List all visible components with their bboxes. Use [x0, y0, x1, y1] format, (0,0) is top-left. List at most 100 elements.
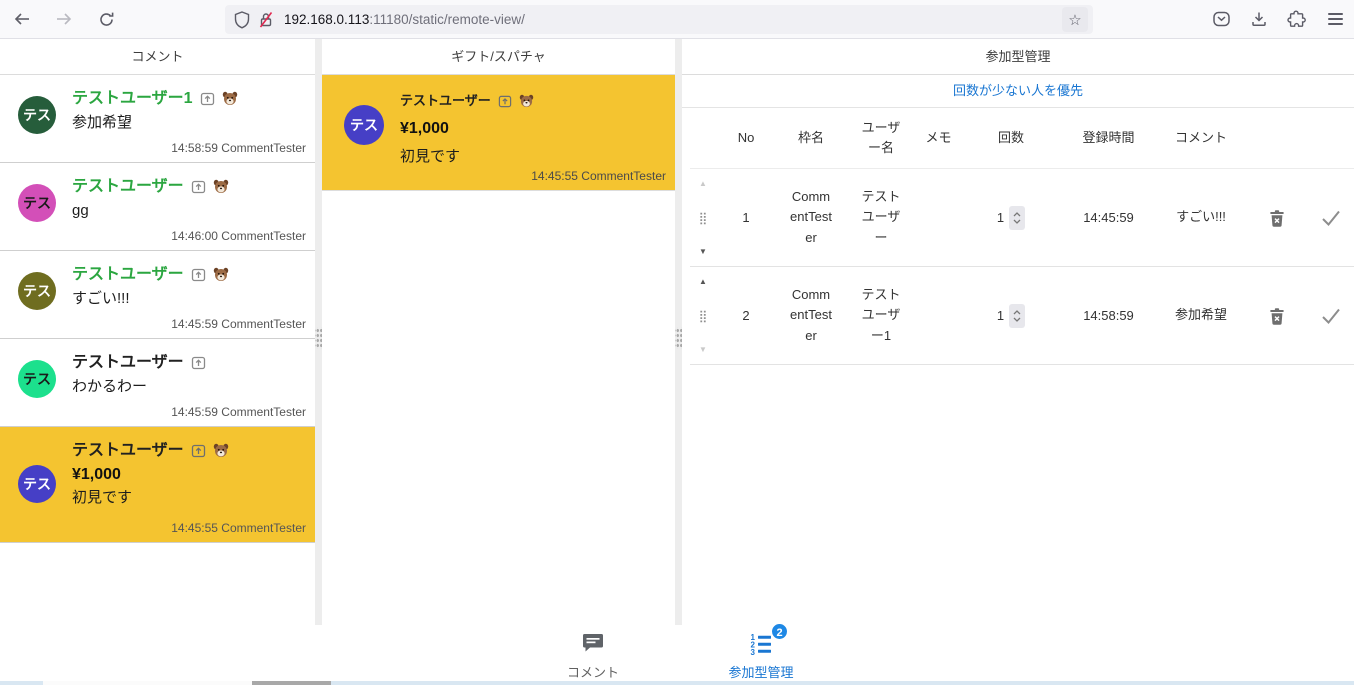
stepper-chevrons-icon — [1012, 210, 1022, 226]
pocket-button[interactable] — [1210, 7, 1232, 31]
comment-item[interactable]: テス テストユーザー わかるわー 14:45:59 CommentTester — [0, 339, 315, 427]
move-up-button[interactable]: ▲ — [699, 278, 707, 286]
gifts-panel-title: ギフト/スパチャ — [322, 39, 675, 75]
member-dog-badge-icon — [222, 91, 238, 106]
confirm-button[interactable] — [1308, 207, 1354, 229]
comment-item[interactable]: テス テストユーザー すごい!!! 14:45:59 CommentTester — [0, 251, 315, 339]
tab-comments[interactable]: コメント — [533, 631, 653, 681]
comment-time: 14:45:55 — [171, 521, 218, 535]
gift-item[interactable]: テス テストユーザー ¥1,000 初見です 14:45:55 CommentT… — [322, 75, 675, 191]
star-icon: ☆ — [1068, 11, 1081, 29]
comment-time: 14:45:59 — [171, 317, 218, 331]
url-bar[interactable]: 192.168.0.113:11180/static/remote-view/ … — [225, 5, 1093, 34]
comment-item[interactable]: テス テストユーザー gg 14:46:00 CommentTester — [0, 163, 315, 251]
participation-row: ▲ ⣿ ▼ 2 CommentTester テストユーザー1 1 14:58:5… — [690, 267, 1354, 365]
cell-registered-time: 14:45:59 — [1061, 208, 1156, 228]
table-header-row: No 枠名 ユーザー名 メモ 回数 登録時間 コメント — [690, 108, 1354, 169]
comment-time: 14:45:59 — [171, 405, 218, 419]
comments-panel: コメント テス テストユーザー1 参加希望 14:58:59 CommentTe… — [0, 39, 315, 625]
avatar-initials: テス — [23, 105, 51, 125]
count-stepper[interactable] — [1009, 304, 1025, 328]
comment-meta: 14:45:55 CommentTester — [171, 521, 306, 535]
comment-username: テストユーザー — [72, 177, 184, 197]
scrollbar-thumb[interactable] — [252, 681, 331, 685]
header-memo: メモ — [916, 128, 961, 148]
cell-frame-name: CommentTester — [776, 285, 846, 345]
cell-user-name: テストユーザー — [846, 187, 916, 247]
header-frame-name: 枠名 — [776, 128, 846, 148]
url-path: :11180/static/remote-view/ — [369, 12, 525, 27]
comment-item[interactable]: テス テストユーザー1 参加希望 14:58:59 CommentTester — [0, 75, 315, 163]
row-reorder-controls: ▲ ⣿ ▼ — [690, 278, 716, 354]
trash-icon — [1267, 306, 1287, 326]
member-dog-badge-icon — [213, 179, 229, 194]
drag-handle-icon[interactable]: ⣿ — [699, 212, 708, 224]
comment-message: わかるわー — [72, 377, 305, 396]
gift-amount: ¥1,000 — [400, 120, 665, 138]
shield-icon[interactable] — [230, 8, 254, 32]
check-icon — [1319, 305, 1343, 327]
delete-button[interactable] — [1246, 208, 1308, 228]
avatar-initials: テス — [23, 474, 51, 494]
column-resize-splitter[interactable] — [675, 39, 682, 625]
move-up-button[interactable]: ▲ — [699, 180, 707, 188]
member-dog-badge-icon — [519, 94, 534, 108]
menu-button[interactable] — [1324, 7, 1346, 31]
avatar-initials: テス — [23, 193, 51, 213]
cell-no: 1 — [716, 208, 776, 228]
extensions-button[interactable] — [1286, 7, 1308, 31]
cell-comment: すごい!!! — [1156, 206, 1246, 228]
comment-service: CommentTester — [221, 317, 306, 331]
header-registered-time: 登録時間 — [1061, 128, 1156, 148]
move-down-button[interactable]: ▼ — [699, 346, 707, 354]
forward-arrow-icon — [55, 11, 73, 27]
avatar: テス — [18, 360, 56, 398]
svg-text:3: 3 — [751, 648, 756, 655]
delete-button[interactable] — [1246, 306, 1308, 326]
forward-button[interactable] — [49, 5, 79, 33]
comment-username: テストユーザー1 — [72, 89, 193, 109]
cell-count: 1 — [961, 206, 1061, 230]
downloads-button[interactable] — [1248, 7, 1270, 31]
cell-user-name: テストユーザー1 — [846, 285, 916, 345]
avatar: テス — [18, 96, 56, 134]
participation-row: ▲ ⣿ ▼ 1 CommentTester テストユーザー 1 14:45:59… — [690, 169, 1354, 267]
participation-table: No 枠名 ユーザー名 メモ 回数 登録時間 コメント ▲ ⣿ ▼ 1 Comm… — [682, 108, 1354, 365]
comment-time: 14:46:00 — [171, 229, 218, 243]
reload-button[interactable] — [91, 5, 121, 33]
comment-item-highlighted[interactable]: テス テストユーザー ¥1,000 初見です 14:45:55 CommentT… — [0, 427, 315, 543]
service-upload-icon — [191, 443, 206, 458]
comment-message: 初見です — [72, 488, 305, 507]
browser-toolbar: 192.168.0.113:11180/static/remote-view/ … — [0, 0, 1354, 39]
back-button[interactable] — [7, 5, 37, 33]
comment-meta: 14:46:00 CommentTester — [171, 229, 306, 243]
header-user-name: ユーザー名 — [846, 118, 916, 158]
service-upload-icon — [191, 267, 206, 282]
avatar: テス — [18, 465, 56, 503]
member-dog-badge-icon — [213, 267, 229, 282]
count-value[interactable]: 1 — [997, 306, 1004, 326]
hamburger-icon — [1328, 13, 1343, 25]
comment-message: すごい!!! — [72, 289, 305, 308]
comment-username: テストユーザー — [72, 353, 184, 373]
drag-handle-icon[interactable]: ⣿ — [699, 310, 708, 322]
move-down-button[interactable]: ▼ — [699, 248, 707, 256]
count-stepper[interactable] — [1009, 206, 1025, 230]
remote-view-content: コメント テス テストユーザー1 参加希望 14:58:59 CommentTe… — [0, 39, 1354, 625]
confirm-button[interactable] — [1308, 305, 1354, 327]
gift-username: テストユーザー — [400, 93, 491, 109]
insecure-lock-icon[interactable] — [254, 8, 278, 32]
column-resize-splitter[interactable] — [315, 39, 322, 625]
avatar-initials: テス — [23, 281, 51, 301]
tab-participation[interactable]: 123 2 参加型管理 — [701, 631, 821, 681]
reload-icon — [98, 11, 115, 28]
bottom-tab-bar: コメント 123 2 参加型管理 — [0, 625, 1354, 681]
bookmark-star-button[interactable]: ☆ — [1062, 7, 1088, 32]
member-dog-badge-icon — [213, 443, 229, 458]
priority-link[interactable]: 回数が少ない人を優先 — [682, 75, 1354, 108]
participation-panel: 参加型管理 回数が少ない人を優先 No 枠名 ユーザー名 メモ 回数 登録時間 … — [682, 39, 1354, 625]
superchat-amount: ¥1,000 — [72, 466, 305, 484]
count-value[interactable]: 1 — [997, 208, 1004, 228]
participation-panel-title: 参加型管理 — [682, 39, 1354, 75]
comment-username: テストユーザー — [72, 265, 184, 285]
